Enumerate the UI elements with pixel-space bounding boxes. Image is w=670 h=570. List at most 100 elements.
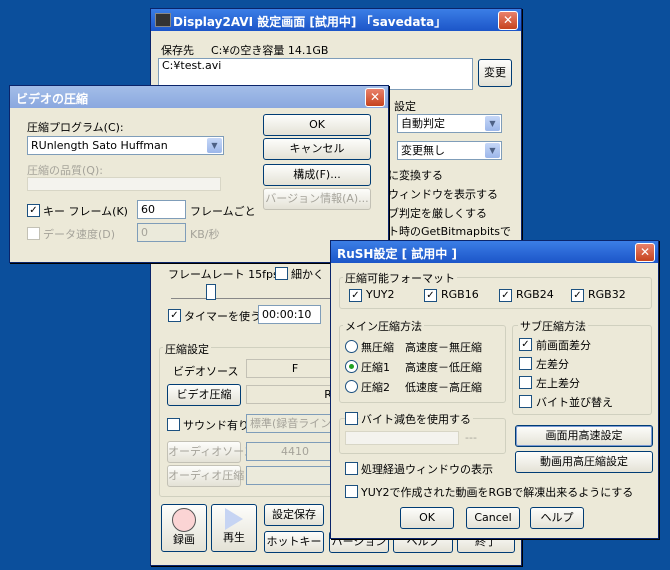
main-method-desc-2: 低速度－高圧縮 — [405, 381, 482, 394]
format-rgb32-label: RGB32 — [588, 288, 626, 301]
save-dest-label: 保存先 — [161, 44, 194, 57]
auto-select[interactable]: 自動判定 ▼ — [397, 114, 502, 133]
timer-checkbox[interactable]: ✓ — [168, 309, 181, 322]
format-yuy2-checkbox[interactable]: ✓ — [349, 289, 362, 302]
save-settings-button[interactable]: 設定保存 — [264, 504, 324, 526]
datarate-unit: KB/秒 — [190, 228, 220, 241]
audio-source-button[interactable]: オーディオソース — [167, 441, 255, 463]
partial-opt4: ト時のGetBitmapbitsで — [388, 225, 512, 238]
timer-label: タイマーを使う — [184, 310, 261, 323]
main-method-name-1: 圧縮1 — [361, 361, 390, 374]
main-method-desc-1: 高速度－低圧縮 — [405, 361, 482, 374]
partial-setting-label: 設定 — [394, 100, 416, 113]
byte-reduce-checkbox[interactable] — [345, 412, 358, 425]
rush-cancel-button[interactable]: Cancel — [466, 507, 520, 529]
fine-label: 細かく — [291, 268, 324, 281]
auto-select-value: 自動判定 — [401, 117, 445, 130]
rush-title-bar[interactable]: RuSH設定 [ 試用中 ] ✕ — [331, 241, 658, 263]
main-method-radio-0[interactable] — [345, 340, 358, 353]
record-icon — [172, 508, 196, 532]
datarate-field[interactable]: 0 — [137, 223, 186, 242]
video-ok-button[interactable]: OK — [263, 114, 371, 136]
sound-select[interactable]: 標準(録音ライン — [246, 414, 341, 433]
framerate-slider[interactable] — [171, 284, 331, 300]
compression-group-title: 圧縮設定 — [163, 341, 211, 357]
yuy2-rgb-checkbox[interactable] — [345, 485, 358, 498]
rush-close-button[interactable]: ✕ — [635, 243, 655, 262]
main-method-radio-1[interactable] — [345, 360, 358, 373]
video-high-button[interactable]: 動画用高圧縮設定 — [515, 451, 653, 473]
quality-slider[interactable] — [27, 177, 221, 191]
main-title-bar[interactable]: Display2AVI 設定画面 [試用中] 「savedata」 ✕ — [151, 9, 521, 31]
program-select[interactable]: RUnlength Sato Huffman ▼ — [27, 136, 224, 155]
sound-label: サウンド有り — [183, 419, 249, 432]
sub-method-checkbox-2[interactable] — [519, 376, 532, 389]
formats-group-title: 圧縮可能フォーマット — [343, 270, 457, 286]
record-button[interactable]: 録画 — [161, 504, 207, 552]
sub-method-checkbox-1[interactable] — [519, 357, 532, 370]
rush-settings-dialog: RuSH設定 [ 試用中 ] ✕ 圧縮可能フォーマット ✓ YUY2 ✓ RGB… — [330, 240, 659, 539]
program-select-value: RUnlength Sato Huffman — [31, 139, 168, 152]
main-method-name-2: 圧縮2 — [361, 381, 390, 394]
partial-opt2: ウィンドウを表示する — [388, 188, 498, 201]
video-dialog-title: ビデオの圧縮 — [16, 92, 89, 106]
byte-reduce-slider[interactable] — [345, 431, 459, 445]
keyframe-field[interactable]: 60 — [137, 200, 186, 219]
chevron-down-icon: ▼ — [485, 116, 500, 131]
play-button[interactable]: 再生 — [211, 504, 257, 552]
framerate-label: フレームレート 15fps — [168, 268, 279, 281]
version-info-button[interactable]: バージョン情報(A)... — [263, 188, 371, 210]
video-dialog-title-bar[interactable]: ビデオの圧縮 ✕ — [10, 86, 388, 108]
main-close-button[interactable]: ✕ — [498, 11, 518, 30]
audio-source-field: 4410 — [246, 442, 341, 461]
play-label: 再生 — [223, 531, 245, 544]
hotkey-button[interactable]: ホットキー — [264, 531, 324, 553]
sound-checkbox[interactable] — [167, 418, 180, 431]
framerate-slider-thumb[interactable] — [206, 284, 216, 300]
sub-method-label-3: バイト並び替え — [536, 396, 613, 409]
format-rgb32-checkbox[interactable]: ✓ — [571, 289, 584, 302]
format-rgb24-label: RGB24 — [516, 288, 554, 301]
keyframe-unit: フレームごと — [190, 205, 256, 218]
sub-method-checkbox-3[interactable] — [519, 395, 532, 408]
video-compress-button[interactable]: ビデオ圧縮 — [167, 384, 241, 406]
timer-field[interactable]: 00:00:10 — [258, 305, 321, 324]
nochange-select[interactable]: 変更無し ▼ — [397, 141, 502, 160]
chevron-down-icon: ▼ — [207, 138, 222, 153]
format-rgb16-checkbox[interactable]: ✓ — [424, 289, 437, 302]
video-compress-dialog: ビデオの圧縮 ✕ 圧縮プログラム(C): RUnlength Sato Huff… — [9, 85, 389, 263]
screen-fast-button[interactable]: 画面用高速設定 — [515, 425, 653, 447]
app-icon — [155, 13, 171, 27]
video-source-field: F — [246, 359, 341, 378]
sub-method-checkbox-0[interactable]: ✓ — [519, 338, 532, 351]
progress-window-label: 処理経過ウィンドウの表示 — [361, 463, 493, 476]
byte-reduce-value: --- — [465, 431, 477, 444]
byte-reduce-label: バイト減色を使用する — [359, 411, 473, 427]
main-method-radio-2[interactable] — [345, 380, 358, 393]
nochange-select-value: 変更無し — [401, 144, 445, 157]
format-rgb16-label: RGB16 — [441, 288, 479, 301]
keyframe-checkbox[interactable]: ✓ — [27, 204, 40, 217]
main-title: Display2AVI 設定画面 [試用中] 「savedata」 — [173, 15, 447, 29]
program-label: 圧縮プログラム(C): — [27, 121, 124, 134]
configure-button[interactable]: 構成(F)... — [263, 164, 371, 186]
play-icon — [225, 508, 243, 530]
quality-label: 圧縮の品質(Q): — [27, 164, 103, 177]
video-cancel-button[interactable]: キャンセル — [263, 138, 371, 160]
format-yuy2-label: YUY2 — [366, 288, 395, 301]
record-label: 録画 — [173, 533, 195, 546]
video-dialog-close-button[interactable]: ✕ — [365, 88, 385, 107]
rush-title: RuSH設定 [ 試用中 ] — [337, 247, 457, 261]
change-button[interactable]: 変更 — [478, 59, 512, 87]
fine-checkbox[interactable] — [275, 267, 288, 280]
progress-window-checkbox[interactable] — [345, 462, 358, 475]
sub-method-group-title: サブ圧縮方法 — [518, 318, 588, 334]
yuy2-rgb-label: YUY2で作成された動画をRGBで解凍出来るようにする — [361, 486, 634, 499]
rush-ok-button[interactable]: OK — [400, 507, 454, 529]
rush-help-button[interactable]: ヘルプ — [530, 507, 584, 529]
free-space-text: C:¥の空き容量 14.1GB — [211, 44, 329, 57]
datarate-checkbox[interactable] — [27, 227, 40, 240]
audio-compress-button[interactable]: オーディオ圧縮 — [167, 465, 244, 487]
main-method-desc-0: 高速度－無圧縮 — [405, 341, 482, 354]
format-rgb24-checkbox[interactable]: ✓ — [499, 289, 512, 302]
